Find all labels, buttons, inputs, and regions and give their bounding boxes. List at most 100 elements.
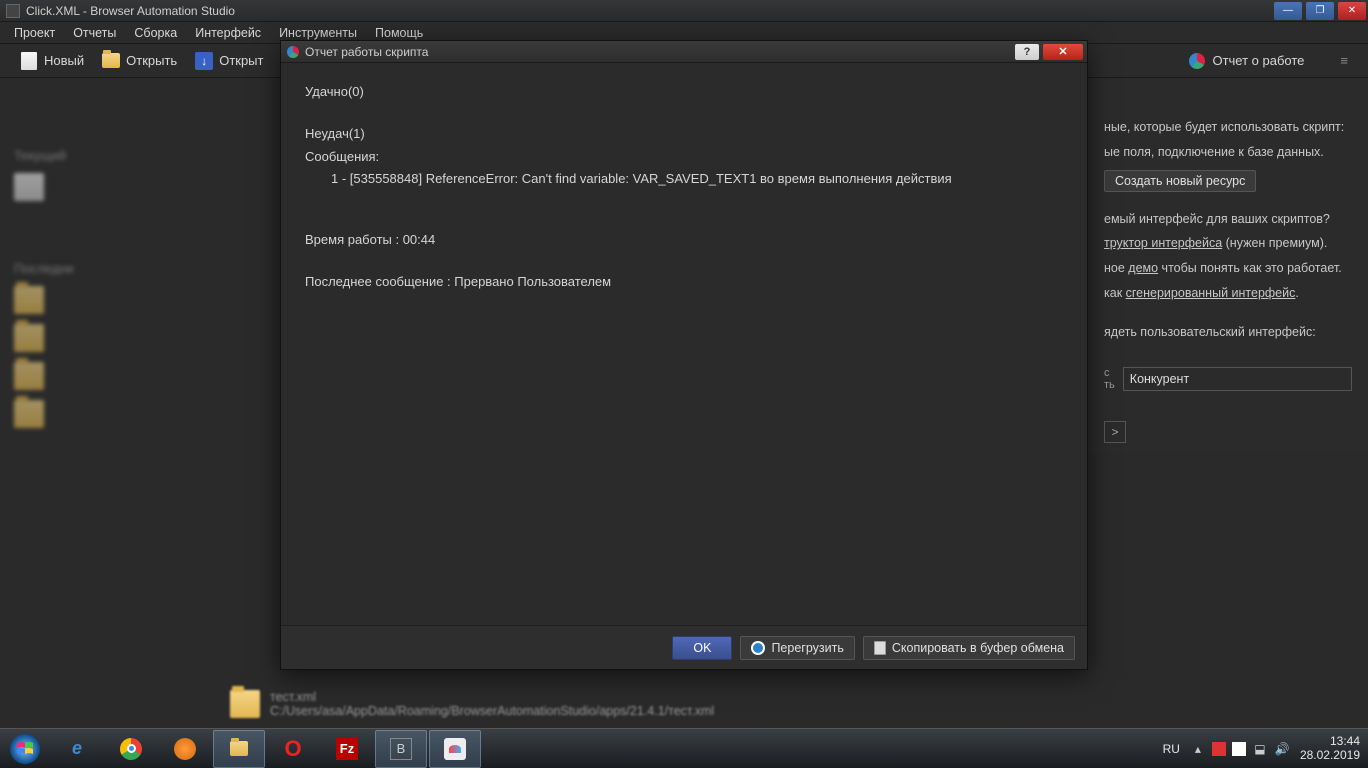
dialog-footer: OK Перегрузить Скопировать в буфер обмен… <box>281 625 1087 669</box>
link-interface-builder[interactable]: труктор интерфейса <box>1104 236 1222 250</box>
create-resource-button[interactable]: Создать новый ресурс <box>1104 170 1256 192</box>
new-file-icon <box>21 52 37 70</box>
menu-tools[interactable]: Инструменты <box>271 24 365 42</box>
toolbar-open[interactable]: Открыть <box>102 52 177 70</box>
window-minimize[interactable]: — <box>1274 2 1302 20</box>
chrome-icon <box>118 736 144 762</box>
window-close[interactable]: ✕ <box>1338 2 1366 20</box>
hint-line: ное демо чтобы понять как это работает. <box>1104 259 1352 278</box>
copy-clipboard-button[interactable]: Скопировать в буфер обмена <box>863 636 1075 660</box>
current-file[interactable] <box>14 173 286 201</box>
windows-logo-icon <box>9 733 41 765</box>
toolbar-new[interactable]: Новый <box>20 52 84 70</box>
language-indicator[interactable]: RU <box>1163 742 1180 756</box>
recent-file[interactable] <box>14 324 286 352</box>
hint-line: труктор интерфейса (нужен премиум). <box>1104 234 1352 253</box>
app-title: Click.XML - Browser Automation Studio <box>26 4 235 18</box>
taskbar-clock[interactable]: 13:44 28.02.2019 <box>1300 735 1360 761</box>
text: (нужен премиум). <box>1222 236 1327 250</box>
hint-line: ые поля, подключение к базе данных. <box>1104 143 1352 162</box>
menu-reports[interactable]: Отчеты <box>65 24 124 42</box>
role-input[interactable] <box>1123 367 1352 391</box>
explorer-icon <box>226 736 252 762</box>
start-button[interactable] <box>0 729 50 768</box>
right-panel: ные, которые будет использовать скрипт: … <box>1088 78 1368 453</box>
task-filezilla[interactable]: Fz <box>321 730 373 768</box>
tray-chevron-icon[interactable]: ▴ <box>1190 741 1206 757</box>
recent-file[interactable] <box>14 400 286 428</box>
recent-file[interactable] <box>14 362 286 390</box>
hint-line: емый интерфейс для ваших скриптов? <box>1104 210 1352 229</box>
toolbar-open-label: Открыть <box>126 53 177 68</box>
menu-help[interactable]: Помощь <box>367 24 431 42</box>
menu-project[interactable]: Проект <box>6 24 63 42</box>
messages-label: Сообщения: <box>305 148 1063 167</box>
menu-interface[interactable]: Интерфейс <box>187 24 269 42</box>
runtime-line: Время работы : 00:44 <box>305 231 1063 250</box>
toolbar-report[interactable]: Отчет о работе <box>1188 52 1304 70</box>
ie-icon: e <box>64 736 90 762</box>
nav-forward-button[interactable]: > <box>1104 421 1126 443</box>
window-maximize[interactable]: ❐ <box>1306 2 1334 20</box>
folder-icon <box>14 324 44 352</box>
network-icon[interactable]: ⬓ <box>1252 741 1268 757</box>
pie-chart-icon <box>1189 53 1205 69</box>
folder-icon <box>14 286 44 314</box>
filezilla-icon: Fz <box>336 738 358 760</box>
task-chrome[interactable] <box>105 730 157 768</box>
toolbar-menu-icon[interactable]: ≡ <box>1340 53 1348 68</box>
toolbar-open-url[interactable]: ↓ Открыт <box>195 52 263 70</box>
role-left-partial: с ть <box>1104 367 1115 391</box>
clock-date: 28.02.2019 <box>1300 749 1360 762</box>
task-ie[interactable]: e <box>51 730 103 768</box>
task-browser[interactable] <box>429 730 481 768</box>
hint-line: ядеть пользовательский интерфейс: <box>1104 323 1352 342</box>
reload-icon <box>751 641 765 655</box>
folder-icon <box>14 362 44 390</box>
toolbar-report-label: Отчет о работе <box>1212 53 1304 68</box>
toolbar-new-label: Новый <box>44 53 84 68</box>
dialog-titlebar[interactable]: Отчет работы скрипта ? ✕ <box>281 41 1087 63</box>
left-column: Текущий Последни <box>0 78 300 728</box>
reload-label: Перегрузить <box>771 641 843 655</box>
text: чтобы понять как это работает. <box>1158 261 1342 275</box>
task-bas[interactable]: B <box>375 730 427 768</box>
file-path: C:/Users/asa/AppData/Roaming/BrowserAuto… <box>270 704 714 718</box>
task-explorer[interactable] <box>213 730 265 768</box>
browser-icon <box>444 738 466 760</box>
taskbar: e O Fz B RU ▴ ⬓ 🔊 13:44 28.02.2019 <box>0 728 1368 768</box>
file-name: тест.xml <box>270 690 714 704</box>
clipboard-icon <box>874 641 886 655</box>
menu-build[interactable]: Сборка <box>126 24 185 42</box>
system-tray[interactable]: ▴ ⬓ 🔊 <box>1190 741 1290 757</box>
pie-chart-icon <box>287 46 299 58</box>
ok-button[interactable]: OK <box>672 636 732 660</box>
script-report-dialog: Отчет работы скрипта ? ✕ Удачно(0) Неуда… <box>280 40 1088 670</box>
recent-section-title: Последни <box>14 261 286 276</box>
reload-button[interactable]: Перегрузить <box>740 636 854 660</box>
volume-icon[interactable]: 🔊 <box>1274 741 1290 757</box>
folder-icon <box>14 400 44 428</box>
dialog-title: Отчет работы скрипта <box>305 45 428 59</box>
dialog-help-button[interactable]: ? <box>1015 44 1039 60</box>
media-player-icon <box>174 738 196 760</box>
download-icon: ↓ <box>195 52 213 70</box>
app-icon <box>6 4 20 18</box>
success-line: Удачно(0) <box>305 83 1063 102</box>
app-titlebar[interactable]: Click.XML - Browser Automation Studio — … <box>0 0 1368 22</box>
task-opera[interactable]: O <box>267 730 319 768</box>
task-media[interactable] <box>159 730 211 768</box>
dialog-close-button[interactable]: ✕ <box>1043 44 1083 60</box>
link-generated-interface[interactable]: сгенерированный интерфейс <box>1126 286 1296 300</box>
hint-line: как сгенерированный интерфейс. <box>1104 284 1352 303</box>
toolbar-open2-label: Открыт <box>219 53 263 68</box>
bas-icon: B <box>390 738 412 760</box>
link-demo[interactable]: демо <box>1128 261 1158 275</box>
action-center-icon[interactable] <box>1232 742 1246 756</box>
flag-icon[interactable] <box>1212 742 1226 756</box>
dialog-body: Удачно(0) Неудач(1) Сообщения: 1 - [5355… <box>281 63 1087 625</box>
copy-label: Скопировать в буфер обмена <box>892 641 1064 655</box>
hint-line: ные, которые будет использовать скрипт: <box>1104 118 1352 137</box>
bottom-file-entry[interactable]: тест.xml C:/Users/asa/AppData/Roaming/Br… <box>230 690 714 718</box>
recent-file[interactable] <box>14 286 286 314</box>
